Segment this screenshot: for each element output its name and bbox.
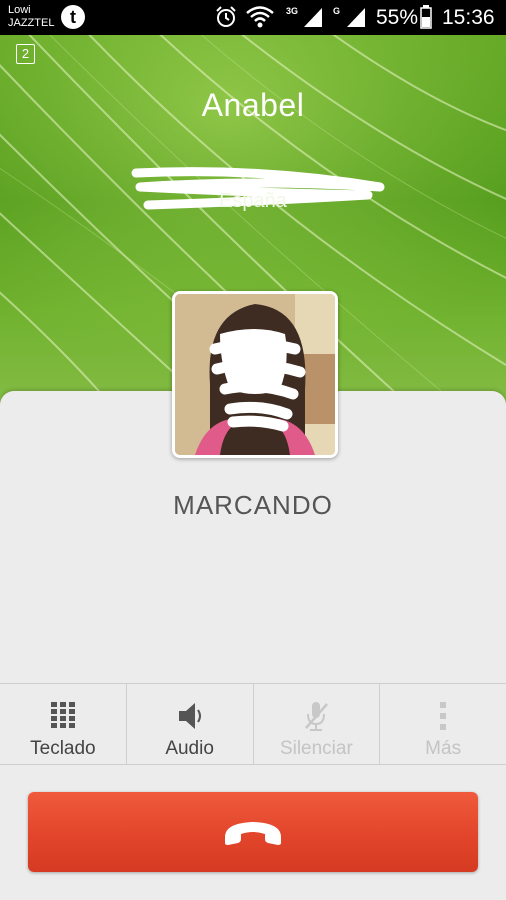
speaker-icon <box>178 703 201 729</box>
wifi-icon <box>246 6 274 28</box>
call-state-label: MARCANDO <box>173 490 333 520</box>
status-bar: Lowi JAZZTEL t 3G G 55% 15:36 <box>0 0 506 35</box>
signal-icon-1 <box>304 8 322 27</box>
hang-up-icon <box>225 822 281 845</box>
signal-icon-2 <box>347 8 365 27</box>
keypad-button[interactable]: Teclado <box>0 684 127 764</box>
more-vertical-icon <box>440 702 447 730</box>
sim-slot-badge: 2 <box>16 44 35 64</box>
more-button[interactable]: Más <box>380 684 506 764</box>
carrier-line-1: Lowi <box>8 4 31 16</box>
avatar-photo <box>175 294 335 455</box>
carrier-line-2: JAZZTEL <box>8 17 55 29</box>
call-actions-row: Teclado Audio Silenciar Más <box>0 683 506 765</box>
carrier-label: Lowi JAZZTEL <box>8 4 54 30</box>
mic-mute-icon <box>305 702 329 731</box>
network-type-label-2: G <box>333 6 341 16</box>
audio-label: Audio <box>165 738 214 759</box>
battery-icon <box>420 5 432 29</box>
end-call-button[interactable] <box>28 792 478 872</box>
battery-percent: 55% <box>376 6 419 29</box>
mute-label: Silenciar <box>279 738 353 759</box>
more-label: Más <box>425 738 462 759</box>
caller-country: España <box>219 190 287 212</box>
audio-button[interactable]: Audio <box>127 684 254 764</box>
tuenti-icon: t <box>61 5 85 29</box>
network-type-label-1: 3G <box>286 6 299 16</box>
caller-avatar <box>172 291 338 458</box>
keypad-label: Teclado <box>30 738 96 759</box>
keypad-icon <box>50 702 75 728</box>
caller-name: Anabel <box>201 87 305 123</box>
mute-button[interactable]: Silenciar <box>254 684 381 764</box>
alarm-icon <box>216 6 236 27</box>
clock: 15:36 <box>442 6 495 29</box>
